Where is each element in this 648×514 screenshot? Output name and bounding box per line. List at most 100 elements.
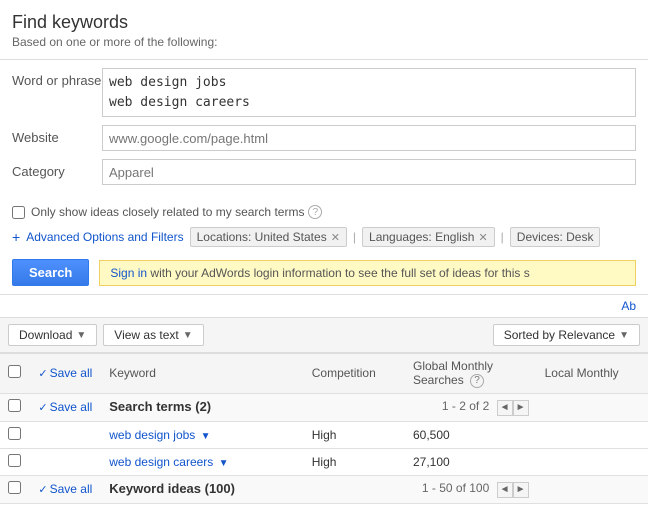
row-checkbox-cell bbox=[0, 421, 30, 448]
global-help-icon[interactable]: ? bbox=[470, 374, 484, 388]
save-all-label: Save all bbox=[50, 366, 93, 380]
row-keyword-cell: web design jobs ▼ bbox=[101, 421, 304, 448]
table-row: web design careers ▼ High 27,100 bbox=[0, 448, 648, 475]
th-competition: Competition bbox=[304, 354, 405, 394]
word-phrase-input[interactable]: web design jobs web design careers bbox=[102, 68, 636, 117]
keyword-ideas-header-row: ✓ Save all Keyword ideas (100) 1 - 50 of… bbox=[0, 475, 648, 503]
select-all-checkbox[interactable] bbox=[8, 365, 21, 378]
th-keyword: Keyword bbox=[101, 354, 304, 394]
keyword-dropdown-icon2[interactable]: ▼ bbox=[219, 458, 229, 469]
row-global-cell: 60,500 bbox=[405, 421, 537, 448]
section-checkbox-cell bbox=[0, 393, 30, 421]
save-all-button[interactable]: ✓ Save all bbox=[38, 366, 92, 380]
ab-link[interactable]: Ab bbox=[621, 299, 636, 313]
ki-save-cell: ✓ Save all bbox=[30, 475, 101, 503]
checkbox-row: Only show ideas closely related to my se… bbox=[0, 201, 648, 223]
results-container: ✓ Save all Keyword Competition Global Mo… bbox=[0, 353, 648, 504]
sign-in-link[interactable]: Sign in bbox=[110, 266, 147, 280]
page-subtitle: Based on one or more of the following: bbox=[0, 35, 648, 59]
page-container: Find keywords Based on one or more of th… bbox=[0, 0, 648, 504]
sorted-button[interactable]: Sorted by Relevance ▼ bbox=[493, 324, 640, 346]
toolbar-left: Download ▼ View as text ▼ bbox=[8, 324, 204, 346]
row-save-cell2 bbox=[30, 448, 101, 475]
toolbar: Download ▼ View as text ▼ Sorted by Rele… bbox=[0, 317, 648, 353]
view-as-text-button[interactable]: View as text ▼ bbox=[103, 324, 203, 346]
th-local-monthly: Local Monthly bbox=[537, 354, 648, 394]
ki-checkmark: ✓ bbox=[38, 483, 47, 496]
th-global-monthly: Global Monthly Searches ? bbox=[405, 354, 537, 394]
location-remove-icon[interactable]: ✕ bbox=[331, 231, 340, 244]
nav-prev[interactable]: ◄ bbox=[497, 400, 513, 416]
filter-separator: | bbox=[353, 230, 356, 244]
ki-local-cell bbox=[537, 475, 648, 503]
category-input[interactable] bbox=[102, 159, 636, 185]
section-local-cell bbox=[537, 393, 648, 421]
row-checkbox[interactable] bbox=[8, 427, 21, 440]
ki-nav-next[interactable]: ► bbox=[513, 482, 529, 498]
plus-icon: + bbox=[12, 229, 20, 245]
row-keyword-cell2: web design careers ▼ bbox=[101, 448, 304, 475]
row-local-cell bbox=[537, 421, 648, 448]
ki-nav-arrows: ◄ ► bbox=[497, 482, 529, 498]
search-terms-count: 1 - 2 of 2 ◄ ► bbox=[442, 399, 529, 416]
row-competition-cell: High bbox=[304, 421, 405, 448]
advanced-options-link[interactable]: Advanced Options and Filters bbox=[26, 230, 183, 244]
th-checkbox bbox=[0, 354, 30, 394]
keyword-dropdown-icon[interactable]: ▼ bbox=[201, 431, 211, 442]
row-local-cell2 bbox=[537, 448, 648, 475]
checkmark-icon: ✓ bbox=[38, 367, 47, 380]
th-save: ✓ Save all bbox=[30, 354, 101, 394]
section-save-label: Save all bbox=[50, 400, 93, 414]
related-ideas-checkbox[interactable] bbox=[12, 206, 25, 219]
word-phrase-row: Word or phrase web design jobs web desig… bbox=[12, 68, 636, 117]
ki-checkbox[interactable] bbox=[8, 481, 21, 494]
search-button[interactable]: Search bbox=[12, 259, 89, 286]
section-checkbox[interactable] bbox=[8, 399, 21, 412]
page-title: Find keywords bbox=[0, 0, 648, 35]
keyword-link[interactable]: web design jobs bbox=[109, 428, 195, 442]
sorted-dropdown-arrow: ▼ bbox=[619, 330, 629, 341]
table-body: ✓ Save all Search terms (2) 1 - 2 of 2 ◄… bbox=[0, 393, 648, 503]
table-row: web design jobs ▼ High 60,500 bbox=[0, 421, 648, 448]
results-table: ✓ Save all Keyword Competition Global Mo… bbox=[0, 353, 648, 504]
category-label: Category bbox=[12, 159, 102, 179]
row-save-cell bbox=[30, 421, 101, 448]
word-phrase-label: Word or phrase bbox=[12, 68, 102, 88]
section-save-all-button[interactable]: ✓ Save all bbox=[38, 400, 92, 414]
download-dropdown-arrow: ▼ bbox=[76, 330, 86, 341]
filter-separator2: | bbox=[501, 230, 504, 244]
checkbox-help-icon[interactable]: ? bbox=[308, 205, 322, 219]
keyword-ideas-count: 1 - 50 of 100 ◄ ► bbox=[422, 481, 529, 498]
download-label: Download bbox=[19, 328, 72, 342]
download-button[interactable]: Download ▼ bbox=[8, 324, 97, 346]
website-row: Website bbox=[12, 125, 636, 151]
row-checkbox2[interactable] bbox=[8, 454, 21, 467]
section-save-cell: ✓ Save all bbox=[30, 393, 101, 421]
language-remove-icon[interactable]: ✕ bbox=[478, 231, 487, 244]
nav-next[interactable]: ► bbox=[513, 400, 529, 416]
sign-in-message: with your AdWords login information to s… bbox=[147, 266, 530, 280]
section-header-cell: Search terms (2) 1 - 2 of 2 ◄ ► bbox=[101, 393, 536, 421]
search-row: Search Sign in with your AdWords login i… bbox=[0, 251, 648, 294]
website-label: Website bbox=[12, 125, 102, 145]
search-terms-header-row: ✓ Save all Search terms (2) 1 - 2 of 2 ◄… bbox=[0, 393, 648, 421]
location-tag: Locations: United States ✕ bbox=[190, 227, 347, 247]
ki-checkbox-cell bbox=[0, 475, 30, 503]
website-input[interactable] bbox=[102, 125, 636, 151]
ki-save-all-button[interactable]: ✓ Save all bbox=[38, 482, 92, 496]
keyword-ideas-header: Keyword ideas (100) bbox=[109, 481, 235, 496]
ki-header-cell: Keyword ideas (100) 1 - 50 of 100 ◄ ► bbox=[101, 475, 536, 503]
checkbox-label: Only show ideas closely related to my se… bbox=[31, 205, 304, 219]
sign-in-banner: Sign in with your AdWords login informat… bbox=[99, 260, 636, 286]
keyword-link2[interactable]: web design careers bbox=[109, 455, 213, 469]
ki-nav-prev[interactable]: ◄ bbox=[497, 482, 513, 498]
sorted-label: Sorted by Relevance bbox=[504, 328, 615, 342]
row-competition-cell2: High bbox=[304, 448, 405, 475]
row-checkbox-cell2 bbox=[0, 448, 30, 475]
device-tag: Devices: Desk bbox=[510, 227, 601, 247]
advanced-row: + Advanced Options and Filters Locations… bbox=[0, 223, 648, 251]
ab-link-row: Ab bbox=[0, 295, 648, 317]
view-as-text-label: View as text bbox=[114, 328, 178, 342]
category-row: Category bbox=[12, 159, 636, 185]
row-global-cell2: 27,100 bbox=[405, 448, 537, 475]
